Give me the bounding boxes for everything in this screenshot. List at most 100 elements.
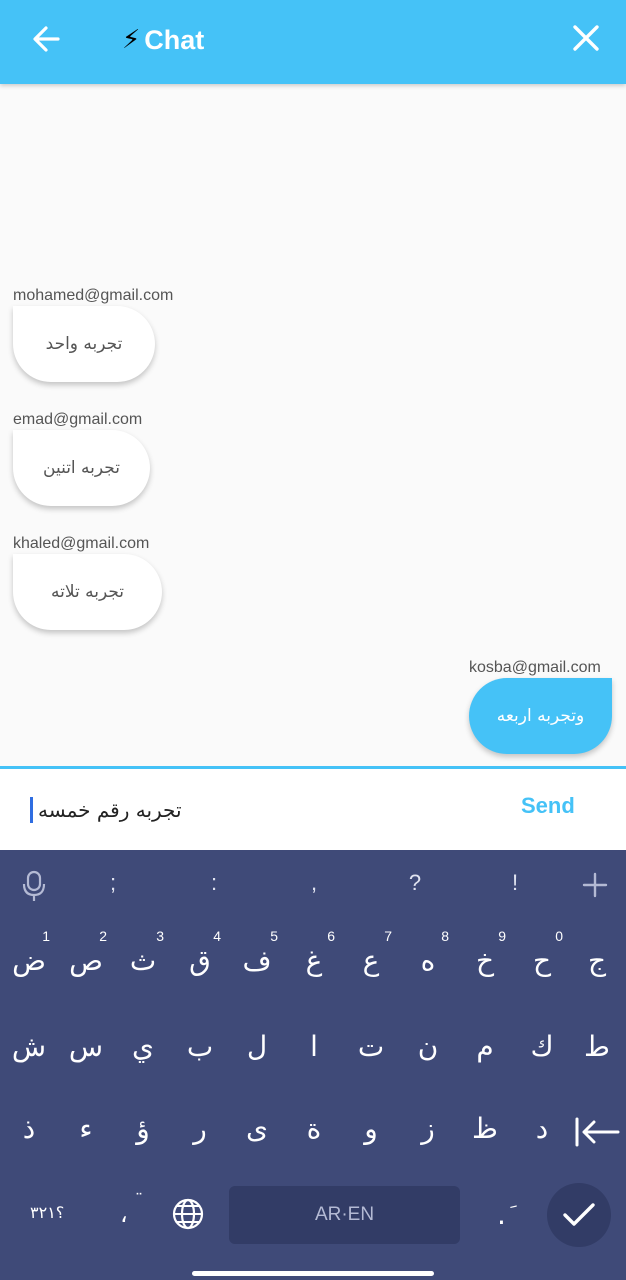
key[interactable]: ق4: [175, 928, 225, 977]
keyboard-row-2: ش س ي ب ل ا ت ن م ك ط: [0, 1026, 626, 1106]
checkmark-icon: [563, 1203, 595, 1226]
key[interactable]: ج: [572, 944, 622, 977]
key[interactable]: ط: [572, 1030, 622, 1063]
message-sender: emad@gmail.com: [13, 411, 143, 428]
arrow-left-icon: [33, 26, 60, 52]
key-label: ق: [189, 944, 211, 977]
key-label: ه: [420, 944, 436, 977]
key[interactable]: ر: [175, 1112, 225, 1145]
key-exclamation[interactable]: !: [500, 870, 530, 896]
numbers-key[interactable]: ؟٣٢١: [30, 1203, 64, 1222]
message-item: mohamed@gmail.com: [13, 287, 173, 305]
keyboard-row-1: ض1 ص2 ث3 ق4 ف5 غ6 ع7 ه8 خ9 ح0 ج: [0, 928, 626, 1018]
message-item: kosba@gmail.com: [469, 659, 601, 677]
key[interactable]: ح0: [517, 928, 567, 977]
key[interactable]: ث3: [118, 928, 168, 977]
lightning-icon: ⚡: [122, 25, 141, 55]
message-sender: khaled@gmail.com: [13, 535, 150, 552]
key[interactable]: ن: [403, 1030, 453, 1063]
key-number: 6: [327, 928, 335, 944]
key[interactable]: ب: [175, 1030, 225, 1063]
space-bar[interactable]: AR·EN: [229, 1186, 460, 1244]
message-bubble[interactable]: تجربه اتنين: [13, 430, 150, 506]
key-number: 1: [42, 928, 50, 944]
message-bubble[interactable]: تجربه تلاته: [13, 554, 162, 630]
key-number: 5: [270, 928, 278, 944]
key[interactable]: د: [517, 1112, 567, 1145]
key-label: ف: [242, 944, 272, 977]
text-cursor: [30, 797, 33, 823]
key[interactable]: ظ: [460, 1112, 510, 1145]
microphone-icon[interactable]: [22, 870, 46, 906]
enter-button[interactable]: [547, 1183, 611, 1247]
key-label: ث: [129, 944, 157, 977]
key[interactable]: ت: [346, 1030, 396, 1063]
keyboard: ; : , ? ! ض1 ص2 ث3 ق4 ف5 غ6 ع7 ه8 خ9 ح0 …: [0, 850, 626, 1280]
key-semicolon[interactable]: ;: [98, 870, 128, 896]
comma-key-hint: ¨: [135, 1190, 143, 1209]
key-comma[interactable]: ,: [299, 870, 329, 896]
key[interactable]: ف5: [232, 928, 282, 977]
key[interactable]: ي: [118, 1030, 168, 1063]
message-item: emad@gmail.com: [13, 411, 142, 429]
message-sender: kosba@gmail.com: [469, 659, 601, 676]
message-composer: تجربه رقم خمسه Send: [0, 769, 626, 850]
message-bubble[interactable]: وتجربه اربعه: [469, 678, 612, 754]
message-input[interactable]: تجربه رقم خمسه: [38, 793, 182, 827]
back-button[interactable]: [30, 22, 64, 56]
key-label: ص: [69, 944, 103, 977]
plus-icon[interactable]: [582, 872, 608, 902]
period-key[interactable]: .: [497, 1198, 506, 1231]
key-number: 9: [498, 928, 506, 944]
key-colon[interactable]: :: [199, 870, 229, 896]
key[interactable]: غ6: [289, 928, 339, 977]
key-number: 2: [99, 928, 107, 944]
key-label: ع: [362, 944, 380, 977]
key-number: 3: [156, 928, 164, 944]
key-question[interactable]: ?: [400, 870, 430, 896]
key[interactable]: ص2: [61, 928, 111, 977]
comma-key[interactable]: ،: [120, 1200, 128, 1228]
title-text: Chat: [144, 24, 205, 55]
key-label: ج: [587, 944, 607, 977]
key-number: 7: [384, 928, 392, 944]
key[interactable]: ة: [289, 1112, 339, 1145]
key[interactable]: ل: [232, 1030, 282, 1063]
key-label: غ: [305, 944, 323, 977]
key[interactable]: خ9: [460, 928, 510, 977]
key[interactable]: ه8: [403, 928, 453, 977]
key[interactable]: ؤ: [118, 1112, 168, 1145]
key[interactable]: ك: [517, 1030, 567, 1063]
message-list[interactable]: mohamed@gmail.com تجربه واحد emad@gmail.…: [0, 84, 626, 766]
key[interactable]: م: [460, 1030, 510, 1063]
key[interactable]: ى: [232, 1112, 282, 1145]
message-bubble[interactable]: تجربه واحد: [13, 306, 155, 382]
key-number: 4: [213, 928, 221, 944]
key-number: 8: [441, 928, 449, 944]
key-label: ض: [12, 944, 46, 977]
key-label: ح: [532, 944, 552, 977]
message-item: khaled@gmail.com: [13, 535, 149, 553]
key[interactable]: و: [346, 1112, 396, 1145]
key[interactable]: ض1: [4, 928, 54, 977]
close-button[interactable]: [570, 22, 602, 54]
message-sender: mohamed@gmail.com: [13, 287, 174, 304]
app-bar: ⚡ Chat: [0, 0, 626, 84]
page-title: ⚡ Chat: [122, 20, 204, 60]
key[interactable]: س: [61, 1030, 111, 1063]
key[interactable]: ا: [289, 1030, 339, 1063]
keyboard-row-3: ذ ء ؤ ر ى ة و ز ظ د: [0, 1108, 626, 1188]
key-label: خ: [475, 944, 495, 977]
key[interactable]: ز: [403, 1112, 453, 1145]
key[interactable]: ذ: [4, 1112, 54, 1145]
send-button[interactable]: Send: [521, 793, 575, 819]
close-icon: [573, 25, 599, 51]
keyboard-symbol-row: ; : , ? !: [0, 850, 626, 922]
globe-icon[interactable]: [171, 1197, 205, 1235]
home-indicator[interactable]: [192, 1271, 434, 1276]
key[interactable]: ء: [61, 1112, 111, 1145]
key-number: 0: [555, 928, 563, 944]
key[interactable]: ش: [4, 1030, 54, 1063]
backspace-icon[interactable]: [574, 1116, 620, 1152]
key[interactable]: ع7: [346, 928, 396, 977]
